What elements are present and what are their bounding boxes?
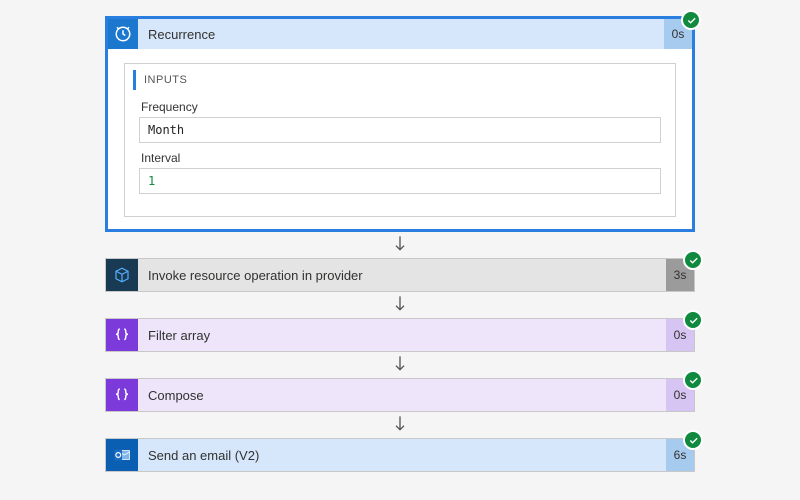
- step-title: Compose: [138, 379, 666, 411]
- braces-icon: [106, 379, 138, 411]
- inputs-card: INPUTS Frequency Month Interval 1: [124, 63, 676, 217]
- step-header[interactable]: Filter array 0s: [106, 319, 694, 351]
- status-success-badge: [683, 430, 703, 450]
- status-success-badge: [683, 250, 703, 270]
- step-send-email[interactable]: Send an email (V2) 6s: [105, 438, 695, 472]
- interval-label: Interval: [141, 151, 661, 165]
- step-recurrence[interactable]: Recurrence 0s INPUTS Frequency Month Int…: [105, 16, 695, 232]
- flow-arrow-icon: [105, 292, 695, 318]
- step-title: Invoke resource operation in provider: [138, 259, 666, 291]
- step-header[interactable]: Recurrence 0s: [108, 19, 692, 49]
- workflow-run-canvas: Recurrence 0s INPUTS Frequency Month Int…: [105, 16, 695, 472]
- status-success-badge: [683, 370, 703, 390]
- clock-icon: [108, 19, 138, 49]
- status-success-badge: [681, 10, 701, 30]
- frequency-value[interactable]: Month: [139, 117, 661, 143]
- status-success-badge: [683, 310, 703, 330]
- step-title: Send an email (V2): [138, 439, 666, 471]
- braces-icon: [106, 319, 138, 351]
- flow-arrow-icon: [105, 352, 695, 378]
- step-title: Recurrence: [138, 19, 664, 49]
- flow-arrow-icon: [105, 412, 695, 438]
- step-details: INPUTS Frequency Month Interval 1: [108, 49, 692, 229]
- outlook-icon: [106, 439, 138, 471]
- step-header[interactable]: Send an email (V2) 6s: [106, 439, 694, 471]
- cube-icon: [106, 259, 138, 291]
- frequency-label: Frequency: [141, 100, 661, 114]
- step-filter-array[interactable]: Filter array 0s: [105, 318, 695, 352]
- inputs-section-title: INPUTS: [133, 70, 661, 90]
- step-invoke-resource[interactable]: Invoke resource operation in provider 3s: [105, 258, 695, 292]
- step-title: Filter array: [138, 319, 666, 351]
- step-header[interactable]: Invoke resource operation in provider 3s: [106, 259, 694, 291]
- step-compose[interactable]: Compose 0s: [105, 378, 695, 412]
- flow-arrow-icon: [105, 232, 695, 258]
- interval-value[interactable]: 1: [139, 168, 661, 194]
- step-header[interactable]: Compose 0s: [106, 379, 694, 411]
